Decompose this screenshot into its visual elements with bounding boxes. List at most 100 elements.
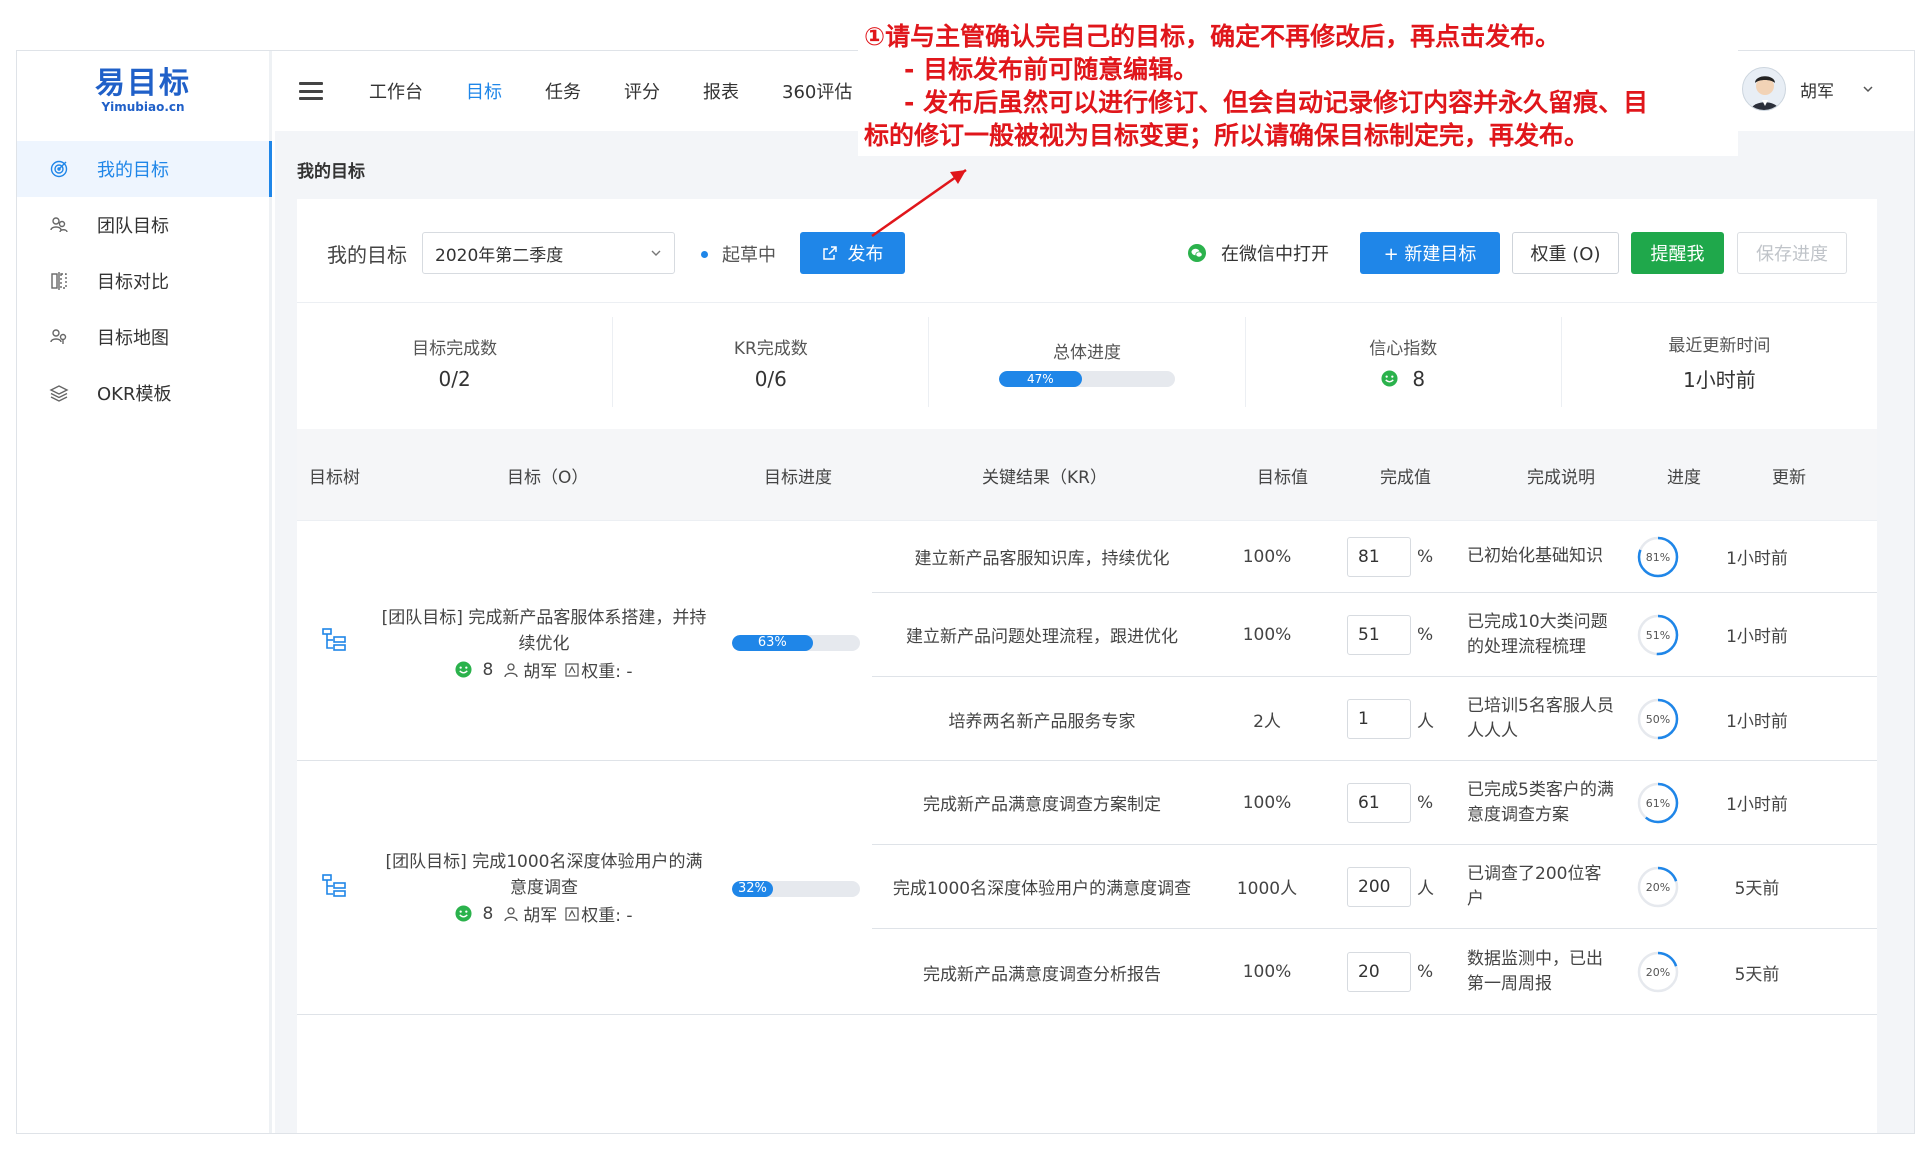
kr-description[interactable]: 数据监测中，已出第一周周报 — [1467, 929, 1617, 1015]
progress-ring-icon: 20% — [1637, 951, 1679, 993]
kr-target: 100% — [1242, 624, 1292, 645]
sidebar-item-goal-map[interactable]: 目标地图 — [17, 309, 269, 365]
smile-icon — [1381, 370, 1398, 387]
topnav-goals[interactable]: 目标 — [466, 78, 502, 104]
kr-name[interactable]: 培养两名新产品服务专家 — [872, 677, 1212, 761]
progress-ring-label: 50% — [1646, 713, 1670, 726]
chevron-down-icon — [651, 250, 661, 256]
stat-label: 目标完成数 — [412, 338, 498, 359]
kr-name[interactable]: 建立新产品客服知识库，持续优化 — [872, 521, 1212, 592]
weight-button[interactable]: 权重 (O) — [1512, 232, 1619, 274]
progress-ring-icon: 61% — [1637, 782, 1679, 823]
topnav-scoring[interactable]: 评分 — [624, 78, 660, 104]
sidebar-item-label: 团队目标 — [97, 216, 169, 237]
sidebar-item-my-goals[interactable]: 我的目标 — [17, 141, 272, 197]
kr-unit: % — [1417, 624, 1434, 645]
annotation-line: - 目标发布前可随意编辑。 — [904, 55, 1199, 84]
external-link-icon — [822, 246, 837, 260]
kr-row: 完成新产品满意度调查分析报告 100% 20 % 数据监测中，已出第一周周报 2… — [872, 929, 1877, 1015]
kr-value-input[interactable]: 51 — [1347, 614, 1411, 655]
sidebar-item-label: OKR模板 — [97, 384, 172, 405]
logo[interactable]: 易目标 Yimubiao.cn — [17, 51, 269, 131]
sidebar: 易目标 Yimubiao.cn 我的目标 团队目标 目标对比 目标地图 OKR模… — [17, 51, 272, 1133]
progress-fill: 32% — [732, 881, 773, 897]
save-progress-button[interactable]: 保存进度 — [1737, 232, 1847, 274]
kr-description[interactable]: 已培训5名客服人员人人人 — [1467, 677, 1617, 761]
header-target-value: 目标值 — [1257, 468, 1308, 488]
topnav-reports[interactable]: 报表 — [703, 78, 739, 104]
kr-description[interactable]: 已完成5类客户的满意度调查方案 — [1467, 761, 1617, 844]
wechat-label: 在微信中打开 — [1221, 244, 1329, 265]
header-goal-tree: 目标树 — [309, 468, 360, 488]
publish-button[interactable]: 发布 — [800, 232, 905, 274]
objective-meta: 8 胡军 权重: - — [379, 901, 709, 926]
objective-title[interactable]: [团队目标] 完成1000名深度体验用户的满意度调查 — [379, 849, 709, 901]
toolbar: 我的目标 2020年第二季度 起草中 发布 在微信中打开 + 新建目标 权重 (… — [297, 199, 1877, 303]
sidebar-item-goal-compare[interactable]: 目标对比 — [17, 253, 269, 309]
publish-label: 发布 — [847, 244, 884, 265]
compare-icon — [51, 272, 67, 290]
sidebar-item-okr-template[interactable]: OKR模板 — [17, 365, 269, 421]
stat-last-updated: 最近更新时间 1小时前 — [1562, 317, 1877, 407]
new-goal-button[interactable]: + 新建目标 — [1360, 232, 1500, 274]
progress-fill: 47% — [999, 370, 1082, 387]
progress-ring-icon: 81% — [1637, 536, 1679, 577]
overall-progress-bar: 47% — [999, 370, 1175, 387]
kr-value-input[interactable]: 200 — [1347, 866, 1411, 907]
kr-target: 2人 — [1253, 711, 1281, 732]
kr-row: 完成新产品满意度调查方案制定 100% 61 % 已完成5类客户的满意度调查方案… — [872, 761, 1877, 845]
kr-name[interactable]: 完成新产品满意度调查分析报告 — [872, 929, 1212, 1015]
objective-owner: 胡军 — [523, 906, 558, 926]
progress-ring-label: 20% — [1646, 881, 1670, 894]
kr-description[interactable]: 已完成10大类问题的处理流程梳理 — [1467, 593, 1617, 676]
kr-value-input[interactable]: 81 — [1347, 536, 1411, 577]
progress-ring-icon: 50% — [1637, 698, 1679, 740]
progress-ring-icon: 51% — [1637, 614, 1679, 655]
sidebar-item-label: 目标对比 — [97, 272, 169, 293]
kr-target: 100% — [1242, 792, 1292, 813]
chevron-down-icon — [1863, 86, 1873, 93]
sidebar-item-label: 目标地图 — [97, 328, 169, 349]
logo-subtext: Yimubiao.cn — [101, 100, 185, 114]
progress-ring-label: 81% — [1646, 551, 1670, 564]
menu-icon[interactable] — [299, 82, 323, 100]
kr-description[interactable]: 已调查了200位客户 — [1467, 845, 1617, 928]
topnav-tasks[interactable]: 任务 — [545, 78, 581, 104]
objective-title[interactable]: [团队目标] 完成新产品客服体系搭建，并持续优化 — [379, 605, 709, 657]
kr-row: 培养两名新产品服务专家 2人 1 人 已培训5名客服人员人人人 50% 1小时前 — [872, 677, 1877, 761]
open-in-wechat-link[interactable]: 在微信中打开 — [1187, 240, 1329, 266]
annotation-line: 标的修订一般被视为目标变更；所以请确保目标制定完，再发布。 — [864, 121, 1590, 150]
kr-progress-ring: 20% — [1632, 845, 1684, 928]
header-description: 完成说明 — [1527, 468, 1595, 488]
remind-me-button[interactable]: 提醒我 — [1631, 232, 1724, 274]
stat-value: 0/2 — [438, 366, 471, 391]
user-menu[interactable]: 胡军 — [1742, 67, 1874, 111]
wechat-icon — [1188, 244, 1206, 262]
progress-ring-label: 20% — [1646, 966, 1670, 979]
tree-icon[interactable] — [321, 627, 347, 653]
kr-name[interactable]: 完成新产品满意度调查方案制定 — [872, 761, 1212, 844]
kr-value-input[interactable]: 20 — [1347, 952, 1411, 992]
progress-ring-label: 61% — [1646, 797, 1670, 810]
stat-value: 0/6 — [754, 366, 787, 391]
toolbar-label: 我的目标 — [327, 243, 407, 267]
kr-name[interactable]: 完成1000名深度体验用户的满意度调查 — [872, 845, 1212, 928]
stat-overall-progress: 总体进度 47% — [929, 317, 1246, 407]
kr-value-input[interactable]: 61 — [1347, 782, 1411, 823]
topnav-360-review[interactable]: 360评估 — [782, 78, 852, 104]
period-select[interactable]: 2020年第二季度 — [422, 232, 675, 274]
kr-value-input[interactable]: 1 — [1347, 699, 1411, 739]
kr-description[interactable]: 已初始化基础知识 — [1467, 521, 1617, 592]
kr-unit: % — [1417, 546, 1434, 567]
tree-icon[interactable] — [321, 873, 347, 899]
period-value: 2020年第二季度 — [435, 245, 564, 266]
topnav-workbench[interactable]: 工作台 — [369, 78, 423, 104]
header-goal-progress: 目标进度 — [764, 468, 832, 488]
kr-progress-ring: 61% — [1632, 761, 1684, 844]
kr-name[interactable]: 建立新产品问题处理流程，跟进优化 — [872, 593, 1212, 676]
table-header: 目标树 目标（O） 目标进度 关键结果（KR） 目标值 完成值 完成说明 进度 … — [297, 429, 1877, 521]
kr-target: 1000人 — [1236, 879, 1298, 899]
stat-goals-done: 目标完成数 0/2 — [297, 317, 614, 407]
sidebar-item-team-goals[interactable]: 团队目标 — [17, 197, 269, 253]
progress-fill: 63% — [732, 635, 813, 651]
